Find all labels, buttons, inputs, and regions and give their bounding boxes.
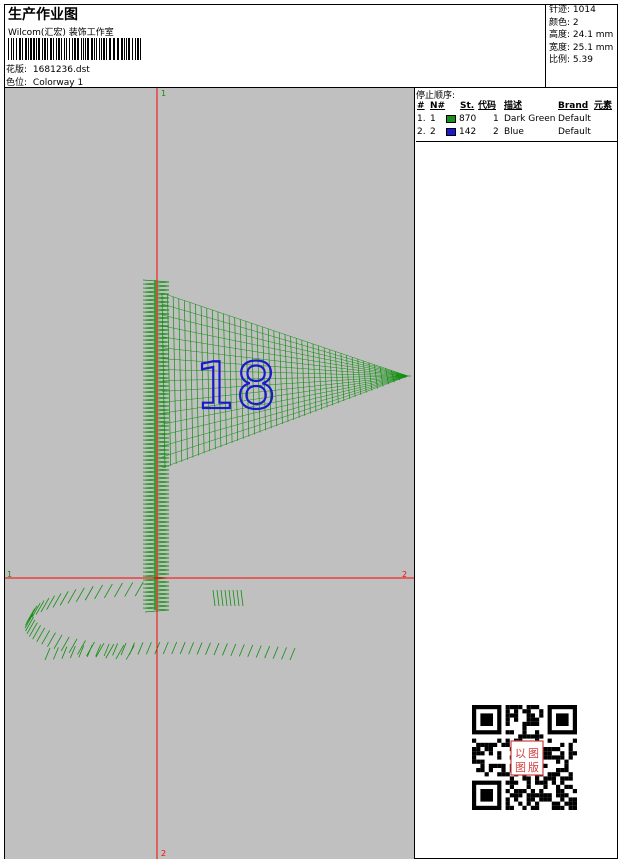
- stamp-char-4: 版: [528, 760, 539, 774]
- col-num: #: [417, 101, 425, 111]
- stamp-char-2: 图: [528, 747, 539, 760]
- table-row: 1. 1 870 1 Dark Green Default: [416, 113, 618, 126]
- colorway-row: 色位: Colorway 1: [6, 75, 83, 88]
- page-title: 生产作业图: [8, 7, 78, 23]
- design-label: 花版:: [6, 65, 28, 75]
- design-preview: 1 2 1 2 18: [5, 88, 414, 859]
- colorway-value: Colorway 1: [32, 78, 84, 88]
- stamp-char-3: 图: [515, 761, 526, 774]
- col-element: 元素: [594, 101, 613, 111]
- stitch-count: 针迹: 1014: [549, 5, 596, 15]
- marker-right: 2: [402, 570, 407, 579]
- row-brand: Default: [558, 114, 591, 124]
- company-name: Wilcom(汇宏) 装饰工作室: [8, 28, 114, 38]
- stop-sequence-table: # N# St. 代码 描述 Brand 元素 1. 1 870 1 Dark …: [416, 100, 618, 142]
- stats-panel: 针迹: 1014 颜色: 2 高度: 24.1 mm 宽度: 25.1 mm 比…: [545, 4, 618, 88]
- row-code: 2: [493, 127, 499, 137]
- design-file: 1681236.dst: [32, 65, 90, 75]
- stamp-char-1: 以: [515, 747, 526, 760]
- marker-top: 1: [161, 89, 166, 98]
- row-desc: Dark Green: [504, 114, 556, 124]
- col-desc: 描述: [504, 101, 523, 111]
- color-count: 颜色: 2: [549, 17, 579, 28]
- col-code: 代码: [478, 101, 497, 111]
- design-canvas: 1 2 1 2 18: [5, 88, 415, 859]
- table-header: # N# St. 代码 描述 Brand 元素: [416, 100, 618, 113]
- header: 生产作业图 Wilcom(汇宏) 装饰工作室 花版: 1681236.dst 色…: [4, 4, 548, 88]
- design-width: 宽度: 25.1 mm: [549, 42, 614, 53]
- design-file-row: 花版: 1681236.dst: [6, 62, 90, 75]
- colorway-label: 色位:: [6, 78, 28, 88]
- row-num: 1.: [417, 114, 426, 124]
- table-row: 2. 2 142 2 Blue Default: [416, 126, 618, 139]
- row-stitches: 142: [459, 127, 477, 137]
- row-num: 2.: [417, 127, 426, 137]
- design-ratio: 比例: 5.39: [549, 55, 593, 66]
- row-needle: 2: [430, 127, 436, 137]
- marker-left: 1: [7, 570, 12, 579]
- embroidery-stitches: [24, 279, 411, 661]
- row-brand: Default: [558, 127, 591, 137]
- color-swatch: [446, 115, 456, 123]
- col-needle: N#: [430, 101, 446, 111]
- barcode: [8, 38, 141, 60]
- color-swatch: [446, 128, 456, 136]
- design-height: 高度: 24.1 mm: [549, 30, 614, 41]
- design-text: 18: [195, 350, 276, 424]
- col-stitches: St.: [460, 101, 475, 111]
- row-needle: 1: [430, 114, 436, 124]
- col-brand: Brand: [558, 101, 589, 111]
- qr-code: 以 图 图 版: [470, 703, 580, 813]
- row-desc: Blue: [504, 127, 524, 137]
- row-code: 1: [493, 114, 499, 124]
- marker-bottom: 2: [161, 849, 166, 858]
- row-stitches: 870: [459, 114, 477, 124]
